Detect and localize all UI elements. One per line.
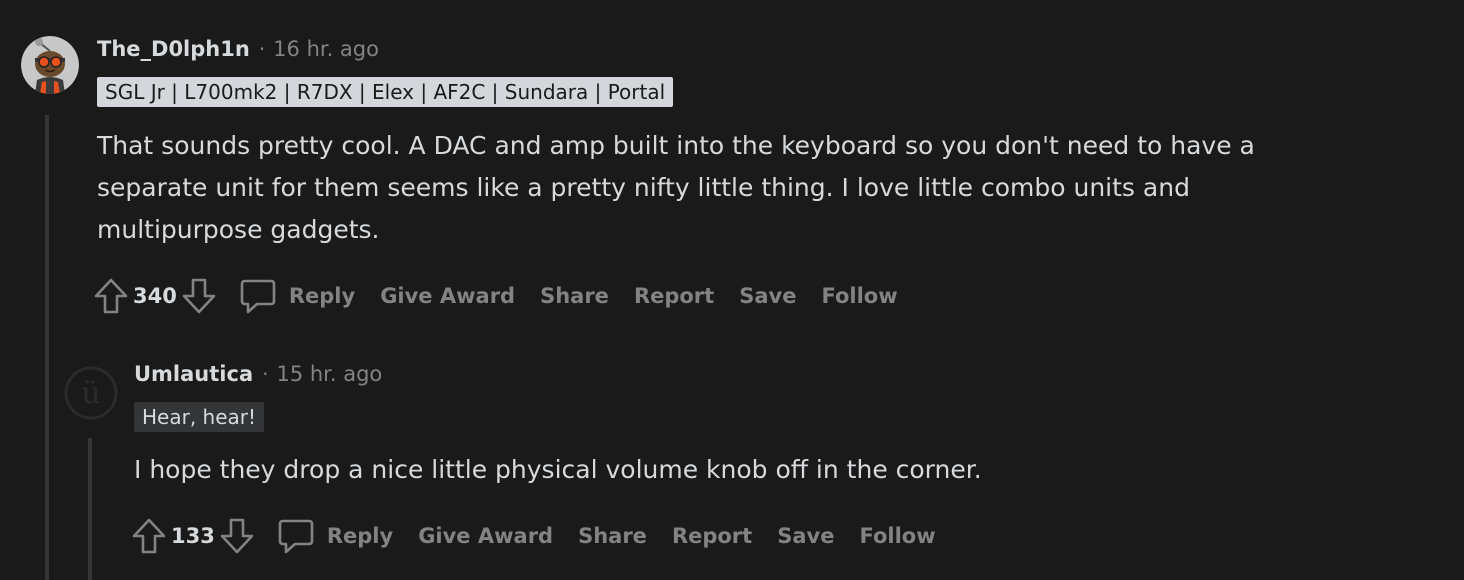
- report-button[interactable]: Report: [634, 284, 714, 308]
- upvote-icon: [94, 278, 128, 314]
- comment-line: separate unit for them seems like a pret…: [97, 173, 1190, 202]
- deleted-user-avatar-icon: ü: [64, 366, 118, 420]
- give-award-button[interactable]: Give Award: [418, 524, 553, 548]
- downvote-icon: [220, 518, 254, 554]
- upvote-button[interactable]: [91, 274, 131, 318]
- author-name[interactable]: Umlautica: [134, 362, 253, 386]
- save-label: Save: [777, 524, 835, 548]
- follow-label: Follow: [821, 284, 898, 308]
- comment-body: That sounds pretty cool. A DAC and amp b…: [97, 125, 1255, 251]
- thread-line-level-1[interactable]: [45, 115, 49, 580]
- vote-score: 340: [133, 284, 177, 308]
- upvote-icon: [132, 518, 166, 554]
- user-flair: Hear, hear!: [134, 402, 265, 432]
- vote-score: 133: [171, 524, 215, 548]
- comment-line: I hope they drop a nice little physical …: [134, 455, 982, 484]
- comment-bubble-icon: [278, 519, 314, 554]
- upvote-button[interactable]: [129, 514, 169, 558]
- comment-bubble-icon: [240, 279, 276, 314]
- follow-button[interactable]: Follow: [859, 524, 935, 548]
- save-label: Save: [739, 284, 797, 308]
- thread-line-level-2[interactable]: [88, 438, 92, 580]
- share-button[interactable]: Share: [540, 284, 609, 308]
- share-label: Share: [578, 524, 647, 548]
- share-button[interactable]: Share: [578, 524, 647, 548]
- reply-label: Reply: [326, 524, 394, 548]
- report-label: Report: [671, 524, 753, 548]
- comment-meta: Umlautica · 15 hr. ago: [134, 362, 382, 386]
- downvote-button[interactable]: [179, 274, 219, 318]
- meta-separator: ·: [262, 362, 269, 386]
- save-button[interactable]: Save: [739, 284, 796, 308]
- give-award-label: Give Award: [418, 524, 554, 548]
- follow-label: Follow: [859, 524, 936, 548]
- avatar[interactable]: [21, 36, 79, 94]
- downvote-icon: [182, 278, 216, 314]
- reply-button[interactable]: Reply: [239, 277, 355, 315]
- report-button[interactable]: Report: [672, 524, 752, 548]
- reply-button[interactable]: Reply: [277, 517, 393, 555]
- avatar-glyph: ü: [81, 376, 100, 411]
- comment-line: multipurpose gadgets.: [97, 215, 380, 244]
- comment-line: That sounds pretty cool. A DAC and amp b…: [97, 131, 1255, 160]
- meta-separator: ·: [258, 37, 266, 61]
- snoo-avatar: [21, 36, 79, 94]
- share-label: Share: [540, 284, 609, 308]
- comment-actions: 340 Reply Give Award Share Report Save F…: [91, 274, 923, 318]
- comment-body: I hope they drop a nice little physical …: [134, 449, 982, 491]
- downvote-button[interactable]: [217, 514, 257, 558]
- save-button[interactable]: Save: [777, 524, 834, 548]
- report-label: Report: [633, 284, 715, 308]
- timestamp[interactable]: 16 hr. ago: [273, 37, 379, 61]
- comment-actions: 133 Reply Give Award Share Report Save F…: [129, 514, 961, 558]
- timestamp[interactable]: 15 hr. ago: [276, 362, 382, 386]
- avatar[interactable]: ü: [64, 366, 118, 420]
- comment-meta: The_D0lph1n · 16 hr. ago: [97, 37, 379, 61]
- follow-button[interactable]: Follow: [821, 284, 897, 308]
- user-flair: SGL Jr | L700mk2 | R7DX | Elex | AF2C | …: [97, 77, 674, 107]
- give-award-label: Give Award: [380, 284, 516, 308]
- reply-label: Reply: [288, 284, 356, 308]
- give-award-button[interactable]: Give Award: [380, 284, 515, 308]
- author-name[interactable]: The_D0lph1n: [97, 37, 250, 61]
